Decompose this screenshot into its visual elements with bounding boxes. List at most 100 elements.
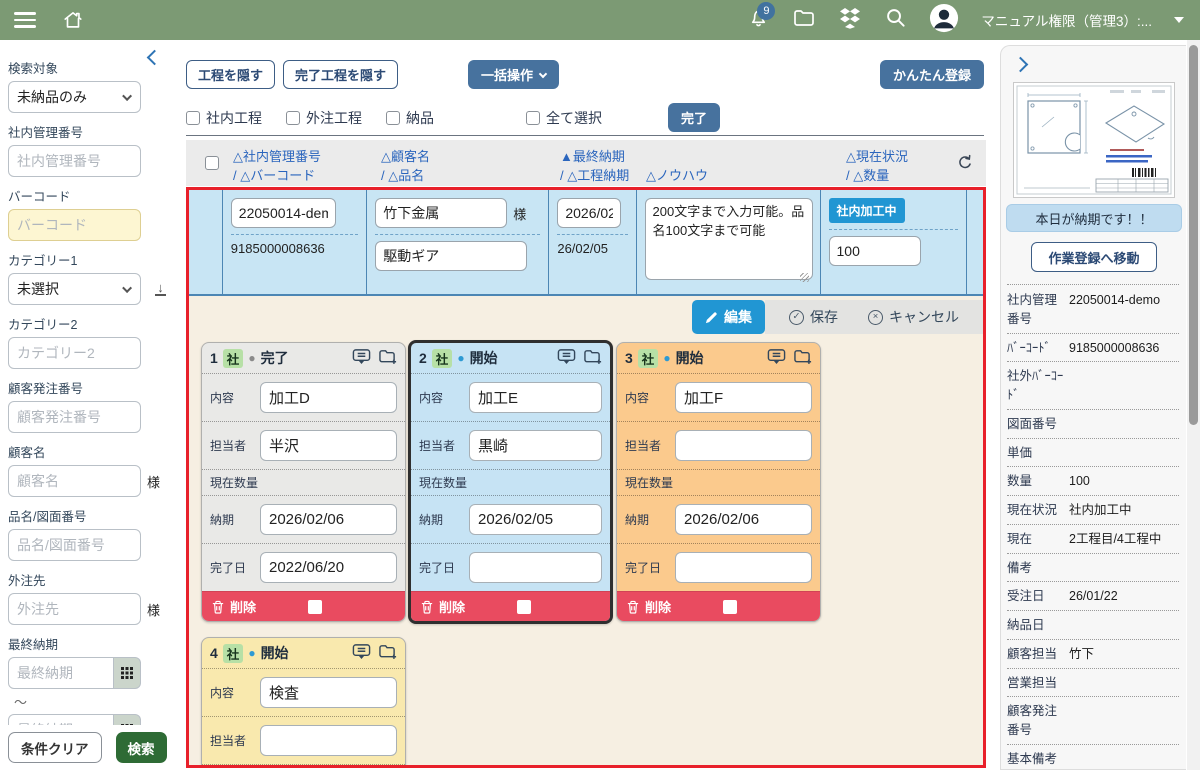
notifications-bell-icon[interactable]: 9 — [747, 6, 770, 34]
col-customer-product[interactable]: △顧客名/ △品名 — [381, 148, 430, 186]
internal-process-checkbox[interactable] — [186, 111, 200, 125]
user-menu-label[interactable]: マニュアル権限（管理3）:... — [981, 10, 1152, 30]
detail-panel: 本日が納期です！！ 作業登録へ移動 社内管理番号22050014-demo ﾊﾞ… — [1000, 45, 1186, 770]
card-content-input[interactable] — [469, 382, 602, 413]
card-due-input[interactable] — [469, 504, 602, 535]
clear-conditions-button[interactable]: 条件クリア — [8, 732, 102, 763]
comment-icon[interactable] — [557, 348, 576, 369]
collapse-panel-icon[interactable] — [1013, 57, 1029, 73]
add-folder-icon[interactable] — [378, 348, 397, 368]
delete-checkbox[interactable] — [517, 600, 531, 614]
card-due-input[interactable] — [260, 504, 397, 535]
col-final-due[interactable]: ▲最終納期/ △工程納期 — [560, 148, 629, 186]
card-person-input[interactable] — [260, 725, 397, 756]
bulk-action-button[interactable]: 一括操作 — [468, 60, 559, 89]
record-product-input[interactable] — [375, 241, 527, 271]
dropbox-icon[interactable] — [838, 7, 862, 34]
col-knowhow[interactable]: △ノウハウ — [646, 167, 708, 186]
delete-bar[interactable]: 削除 — [202, 591, 405, 621]
add-folder-icon[interactable] — [793, 348, 812, 368]
table-header: △社内管理番号/ △バーコード △顧客名/ △品名 ▲最終納期/ △工程納期 △… — [186, 140, 986, 186]
go-to-work-register-button[interactable]: 作業登録へ移動 — [1031, 242, 1157, 272]
home-icon[interactable] — [62, 9, 84, 31]
card-person-input[interactable] — [260, 430, 397, 461]
search-button[interactable]: 検索 — [116, 732, 167, 763]
mgmt-no-label: 社内管理番号 — [8, 122, 172, 141]
header-select-checkbox[interactable] — [205, 156, 219, 170]
search-target-select[interactable]: 未納品のみ — [8, 81, 141, 113]
pencil-icon — [705, 311, 718, 324]
card-person-input[interactable] — [469, 430, 602, 461]
edit-button[interactable]: 編集 — [692, 300, 765, 334]
record-customer-input[interactable] — [375, 198, 507, 228]
easy-register-button[interactable]: かんたん登録 — [880, 60, 984, 89]
card-done-input[interactable] — [675, 552, 812, 583]
user-menu-caret-icon[interactable] — [1174, 17, 1184, 23]
card-due-input[interactable] — [675, 504, 812, 535]
customer-name-label: 顧客名 — [8, 442, 172, 461]
cancel-button[interactable]: ×キャンセル — [868, 307, 959, 327]
final-due-from-input[interactable] — [8, 657, 114, 689]
col-status-qty[interactable]: △現在状況/ △数量 — [846, 148, 908, 186]
customer-name-input[interactable] — [8, 465, 141, 497]
arrow-down-to-bar-icon[interactable]: ↓ — [155, 283, 166, 296]
delivery-checkbox[interactable] — [386, 111, 400, 125]
hide-process-button[interactable]: 工程を隠す — [186, 60, 275, 89]
add-folder-icon[interactable] — [378, 643, 397, 663]
hamburger-menu-icon[interactable] — [14, 12, 36, 28]
field-quantity: 数量100 — [1007, 467, 1179, 496]
refresh-icon[interactable] — [956, 154, 974, 177]
record-final-due-input[interactable] — [557, 198, 621, 228]
files-folder-icon[interactable] — [792, 6, 816, 35]
delete-checkbox[interactable] — [723, 600, 737, 614]
company-badge: 社 — [638, 349, 659, 368]
search-icon[interactable] — [884, 6, 907, 34]
status-dot: ● — [457, 351, 464, 365]
blueprint-thumbnail[interactable] — [1013, 82, 1175, 198]
col-mgmt-barcode[interactable]: △社内管理番号/ △バーコード — [233, 148, 321, 186]
barcode-input[interactable] — [8, 209, 141, 241]
record-quantity-input[interactable] — [829, 236, 921, 266]
trash-icon — [421, 600, 433, 614]
avatar[interactable] — [929, 3, 959, 38]
complete-button[interactable]: 完了 — [668, 103, 720, 132]
record-knowhow-textarea[interactable]: 200文字まで入力可能。品名100文字まで可能 — [645, 198, 813, 280]
save-button[interactable]: ✓保存 — [789, 307, 838, 327]
category1-select[interactable]: 未選択 — [8, 273, 141, 305]
field-base-remarks: 基本備考 — [1007, 745, 1179, 770]
delete-checkbox[interactable] — [308, 600, 322, 614]
outsource-input[interactable] — [8, 593, 141, 625]
search-sidebar: 検索対象 未納品のみ 社内管理番号 バーコード カテゴリー1 未選択 ↓ カテゴ… — [0, 40, 180, 770]
comment-icon[interactable] — [352, 348, 371, 369]
record-mgmt-input[interactable] — [231, 198, 336, 228]
outsource-process-checkbox[interactable] — [286, 111, 300, 125]
card-number: 4 — [210, 645, 218, 661]
scrollbar-thumb[interactable] — [1189, 45, 1198, 425]
card-person-input[interactable] — [675, 430, 812, 461]
mgmt-no-input[interactable] — [8, 145, 141, 177]
add-folder-icon[interactable] — [583, 348, 602, 368]
sama-suffix: 様 — [147, 600, 160, 619]
comment-icon[interactable] — [352, 643, 371, 664]
status-dot: ● — [663, 351, 670, 365]
delete-bar[interactable]: 削除 — [411, 591, 610, 621]
field-customer-order-no: 顧客発注番号 — [1007, 697, 1179, 745]
calendar-icon[interactable] — [114, 657, 141, 689]
page-scrollbar[interactable] — [1187, 40, 1200, 770]
comment-icon[interactable] — [767, 348, 786, 369]
check-circle-icon: ✓ — [789, 310, 804, 325]
company-badge: 社 — [432, 349, 453, 368]
barcode-label: バーコード — [8, 186, 172, 205]
card-content-input[interactable] — [260, 677, 397, 708]
hide-completed-button[interactable]: 完了工程を隠す — [283, 60, 398, 89]
card-done-input[interactable] — [260, 552, 397, 583]
delete-bar[interactable]: 削除 — [617, 591, 820, 621]
category2-input[interactable] — [8, 337, 141, 369]
select-all-checkbox[interactable] — [526, 111, 540, 125]
card-done-input[interactable] — [469, 552, 602, 583]
card-content-input[interactable] — [675, 382, 812, 413]
card-content-input[interactable] — [260, 382, 397, 413]
top-bar: 9 マニュアル権限（管理3）:... — [0, 0, 1200, 40]
customer-order-no-input[interactable] — [8, 401, 141, 433]
product-name-input[interactable] — [8, 529, 141, 561]
